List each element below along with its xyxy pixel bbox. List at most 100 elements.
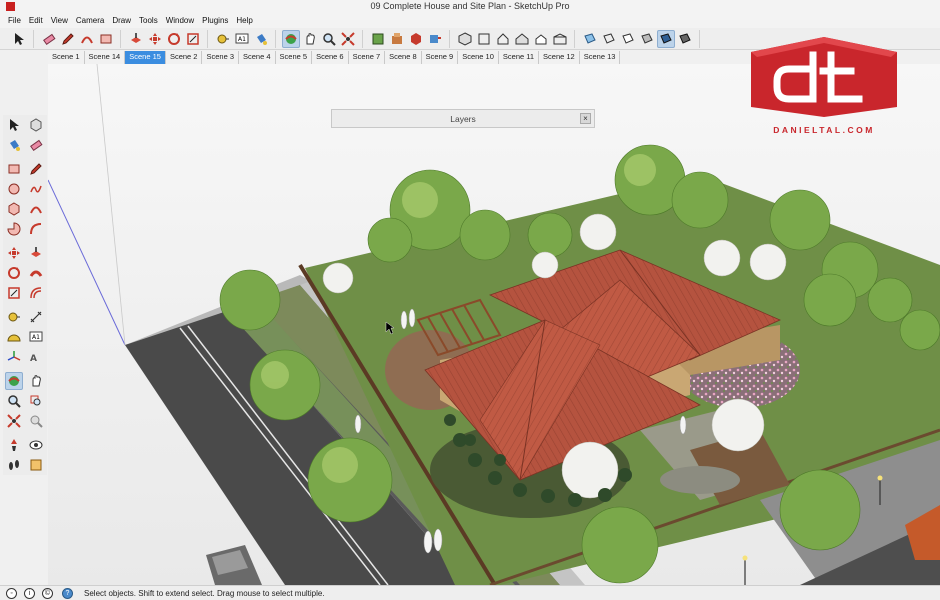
components-button[interactable] xyxy=(369,30,387,48)
credits-icon[interactable]: © xyxy=(42,588,53,599)
lt-arc-button[interactable] xyxy=(27,200,45,218)
scene-tab-1[interactable]: Scene 1 xyxy=(48,51,85,64)
arc-tool-button[interactable] xyxy=(78,30,96,48)
lt-paint-bucket-button[interactable] xyxy=(5,136,23,154)
eraser-tool-button[interactable] xyxy=(40,30,58,48)
lt-eraser-button[interactable] xyxy=(27,136,45,154)
scale-tool-button[interactable] xyxy=(184,30,202,48)
left-view-button[interactable] xyxy=(551,30,569,48)
scene-tab-9[interactable]: Scene 9 xyxy=(421,51,459,64)
pushpull-tool-button[interactable] xyxy=(127,30,145,48)
iso-view-button[interactable] xyxy=(456,30,474,48)
warehouse-button[interactable] xyxy=(388,30,406,48)
wireframe-style-button[interactable] xyxy=(600,30,618,48)
lt-protractor-button[interactable] xyxy=(5,328,23,346)
scene-tab-2[interactable]: Scene 2 xyxy=(165,51,203,64)
front-view-button[interactable] xyxy=(494,30,512,48)
zoom-extents-tool-button[interactable] xyxy=(339,30,357,48)
lt-orbit-button[interactable] xyxy=(5,372,23,390)
lt-look-around-button[interactable] xyxy=(27,436,45,454)
scene-tab-10[interactable]: Scene 10 xyxy=(458,51,499,64)
menu-edit[interactable]: Edit xyxy=(27,14,49,28)
layers-panel[interactable]: Layers × xyxy=(331,109,595,128)
scene-tab-6[interactable]: Scene 6 xyxy=(312,51,349,64)
scene-tab-5[interactable]: Scene 5 xyxy=(275,51,313,64)
tape-measure-tool-button[interactable] xyxy=(214,30,232,48)
zoom-tool-button[interactable] xyxy=(320,30,338,48)
menu-file[interactable]: File xyxy=(6,14,27,28)
lt-walk-button[interactable] xyxy=(5,456,23,474)
lt-zoom-extents-button[interactable] xyxy=(5,412,23,430)
info-icon[interactable]: i xyxy=(24,588,35,599)
help-icon[interactable]: ? xyxy=(62,588,73,599)
right-view-button[interactable] xyxy=(513,30,531,48)
menu-plugins[interactable]: Plugins xyxy=(200,14,234,28)
lt-rectangle-button[interactable] xyxy=(5,160,23,178)
scene-tab-3[interactable]: Scene 3 xyxy=(202,51,239,64)
scene-tab-8[interactable]: Scene 8 xyxy=(385,51,422,64)
lt-position-camera-button[interactable] xyxy=(5,436,23,454)
rotate-tool-button[interactable] xyxy=(165,30,183,48)
layers-panel-close-button[interactable]: × xyxy=(580,113,591,124)
top-view-button[interactable] xyxy=(475,30,493,48)
lt-rotate-button[interactable] xyxy=(5,264,23,282)
model-viewport[interactable] xyxy=(48,64,940,585)
lt-dimension-button[interactable] xyxy=(27,308,45,326)
pencil-tool-button[interactable] xyxy=(59,30,77,48)
lt-freehand-button[interactable] xyxy=(27,180,45,198)
share-model-button[interactable] xyxy=(426,30,444,48)
scene-tab-11[interactable]: Scene 11 xyxy=(498,51,540,64)
lt-pushpull-button[interactable] xyxy=(27,244,45,262)
move-tool-button[interactable] xyxy=(146,30,164,48)
lt-zoom-window-button[interactable] xyxy=(27,392,45,410)
scene-tab-4[interactable]: Scene 4 xyxy=(239,51,276,64)
text-tool-button[interactable]: A1 xyxy=(233,30,251,48)
monochrome-style-button[interactable] xyxy=(676,30,694,48)
rectangle-tool-button[interactable] xyxy=(97,30,115,48)
lt-2pt-arc-button[interactable] xyxy=(27,220,45,238)
lt-section-plane-button[interactable] xyxy=(27,456,45,474)
hidden-line-style-button[interactable] xyxy=(619,30,637,48)
sketchup-window: 09 Complete House and Site Plan - Sketch… xyxy=(0,0,940,600)
lt-3d-text-button[interactable]: A xyxy=(27,348,45,366)
paint-bucket-tool-button[interactable] xyxy=(252,30,270,48)
lt-move-button[interactable] xyxy=(5,244,23,262)
lt-pan-button[interactable] xyxy=(27,372,45,390)
lt-previous-view-button[interactable] xyxy=(27,412,45,430)
pan-tool-button[interactable] xyxy=(301,30,319,48)
lt-followme-button[interactable] xyxy=(27,264,45,282)
lt-zoom-button[interactable] xyxy=(5,392,23,410)
scene-tab-13[interactable]: Scene 13 xyxy=(579,51,621,64)
lt-offset-button[interactable] xyxy=(27,284,45,302)
extension-button[interactable] xyxy=(407,30,425,48)
menu-draw[interactable]: Draw xyxy=(110,14,137,28)
xray-style-button[interactable] xyxy=(581,30,599,48)
menu-window[interactable]: Window xyxy=(164,14,200,28)
lt-make-component-button[interactable] xyxy=(27,116,45,134)
menu-view[interactable]: View xyxy=(49,14,74,28)
lt-select-button[interactable] xyxy=(5,116,23,134)
lt-line-button[interactable] xyxy=(27,160,45,178)
lt-tape-measure-button[interactable] xyxy=(5,308,23,326)
scene-tab-7[interactable]: Scene 7 xyxy=(348,51,386,64)
back-view-button[interactable] xyxy=(532,30,550,48)
menu-camera[interactable]: Camera xyxy=(74,14,110,28)
scene-tab-14[interactable]: Scene 14 xyxy=(84,51,126,64)
shaded-style-button[interactable] xyxy=(638,30,656,48)
lt-pie-button[interactable] xyxy=(5,220,23,238)
scene-tab-15[interactable]: Scene 15 xyxy=(125,51,166,64)
orbit-tool-button[interactable] xyxy=(282,29,300,48)
menu-help[interactable]: Help xyxy=(234,14,258,28)
geo-location-icon[interactable]: ◦ xyxy=(6,588,17,599)
lt-axes-button[interactable] xyxy=(5,348,23,366)
lt-text-button[interactable]: A1 xyxy=(27,328,45,346)
lt-circle-button[interactable] xyxy=(5,180,23,198)
rotate-icon xyxy=(8,267,20,279)
scene-tab-12[interactable]: Scene 12 xyxy=(539,51,580,64)
eraser-icon xyxy=(43,33,56,45)
select-tool-button[interactable] xyxy=(10,30,28,48)
lt-polygon-button[interactable] xyxy=(5,200,23,218)
textured-style-button[interactable] xyxy=(657,29,675,48)
lt-scale-button[interactable] xyxy=(5,284,23,302)
menu-tools[interactable]: Tools xyxy=(137,14,164,28)
